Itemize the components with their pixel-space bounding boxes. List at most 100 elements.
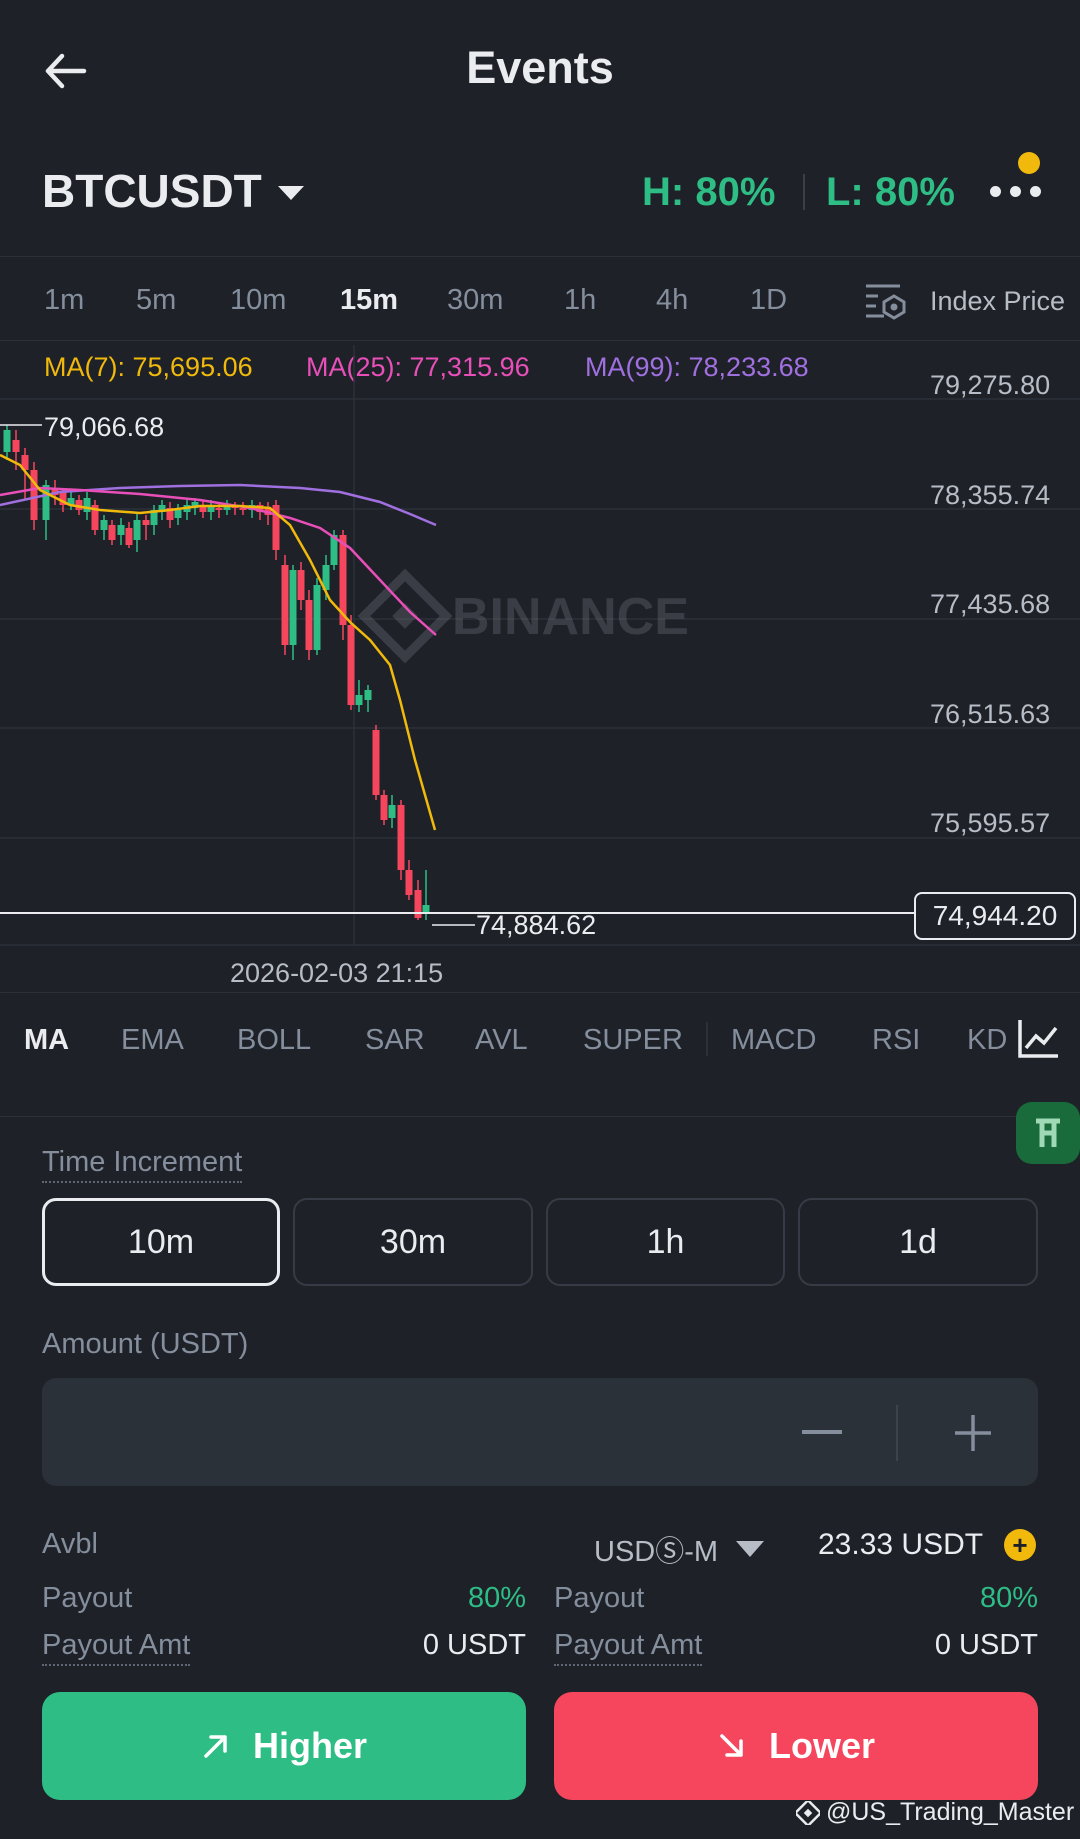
divider bbox=[0, 992, 1080, 993]
high-marker: 79,066.68 bbox=[44, 412, 165, 442]
indicator-sar[interactable]: SAR bbox=[365, 1024, 425, 1057]
plus-icon[interactable] bbox=[953, 1413, 993, 1453]
indicator-rsi[interactable]: RSI bbox=[872, 1024, 920, 1057]
floating-widget-icon[interactable] bbox=[1016, 1102, 1080, 1164]
amount-label: Amount (USDT) bbox=[42, 1328, 249, 1360]
indicator-ema[interactable]: EMA bbox=[121, 1024, 184, 1057]
lower-label: Lower bbox=[768, 1725, 875, 1766]
last-price-tag: 74,944.20 bbox=[914, 892, 1076, 940]
margin-mode-label: USDⓈ-M bbox=[594, 1536, 719, 1568]
divider bbox=[0, 1116, 1080, 1117]
indicator-kd[interactable]: KD bbox=[967, 1024, 1007, 1057]
increment-30m[interactable]: 30m bbox=[293, 1198, 533, 1286]
candle-body bbox=[380, 795, 388, 820]
arrow-down-right-icon bbox=[720, 1734, 743, 1757]
candle-body bbox=[297, 570, 305, 600]
add-funds-icon[interactable]: + bbox=[1004, 1529, 1036, 1561]
candle-body bbox=[42, 485, 50, 520]
notification-dot bbox=[1018, 152, 1040, 174]
page-title: Events bbox=[466, 42, 614, 93]
payout-value: 80% bbox=[467, 1582, 526, 1614]
candle-body bbox=[83, 498, 91, 512]
lower-button[interactable]: Lower bbox=[554, 1692, 1038, 1800]
candle-body bbox=[142, 520, 150, 525]
payout-amt-label: Payout Amt bbox=[42, 1629, 191, 1666]
higher-label: Higher bbox=[252, 1725, 367, 1766]
interval-1d[interactable]: 1D bbox=[750, 284, 787, 317]
y-tick: 77,435.68 bbox=[930, 589, 1051, 619]
y-tick: 78,355.74 bbox=[930, 480, 1051, 510]
candle-body bbox=[281, 565, 289, 645]
available-balance: 23.33 USDT bbox=[818, 1528, 984, 1561]
candle-body bbox=[117, 525, 125, 535]
low-marker: 74,884.62 bbox=[476, 910, 597, 940]
interval-1h[interactable]: 1h bbox=[564, 284, 596, 317]
candle-body bbox=[372, 730, 380, 795]
interval-10m[interactable]: 10m bbox=[230, 284, 286, 317]
indicator-ma[interactable]: MA bbox=[24, 1024, 69, 1057]
candle-body bbox=[289, 570, 297, 645]
watermark-text: BINANCE bbox=[452, 588, 689, 646]
higher-button[interactable]: Higher bbox=[42, 1692, 526, 1800]
candle-body bbox=[313, 585, 321, 650]
candle-body bbox=[133, 520, 141, 540]
candle-body bbox=[108, 525, 116, 540]
candle-body bbox=[215, 508, 223, 510]
margin-mode-selector[interactable]: USDⓈ-M bbox=[594, 1528, 765, 1570]
crosshair-time: 2026-02-03 21:15 bbox=[230, 958, 444, 988]
payout-label: Payout bbox=[554, 1582, 645, 1614]
interval-15m[interactable]: 15m bbox=[340, 284, 398, 317]
candle-body bbox=[3, 430, 11, 452]
divider bbox=[803, 174, 805, 210]
increment-1d[interactable]: 1d bbox=[798, 1198, 1038, 1286]
more-icon[interactable] bbox=[990, 186, 1041, 197]
caret-down-icon bbox=[736, 1541, 765, 1557]
payout-amt-value: 0 USDT bbox=[422, 1629, 526, 1661]
candle-body bbox=[305, 600, 313, 650]
index-price-label[interactable]: Index Price bbox=[930, 286, 1065, 317]
amount-input[interactable] bbox=[42, 1378, 1038, 1486]
ma7-line bbox=[0, 453, 437, 831]
interval-5m[interactable]: 5m bbox=[136, 284, 176, 317]
payout-label: Payout bbox=[42, 1582, 133, 1614]
increment-1h[interactable]: 1h bbox=[546, 1198, 785, 1286]
binance-logo-icon bbox=[796, 1800, 820, 1825]
minus-icon[interactable] bbox=[802, 1430, 842, 1434]
candle-body bbox=[364, 690, 372, 700]
divider bbox=[706, 1022, 708, 1056]
candle-body bbox=[174, 510, 182, 518]
interval-1m[interactable]: 1m bbox=[44, 284, 84, 317]
indicator-boll[interactable]: BOLL bbox=[237, 1024, 311, 1057]
indicator-avl[interactable]: AVL bbox=[475, 1024, 528, 1057]
candle-body bbox=[100, 520, 108, 530]
divider bbox=[896, 1405, 898, 1461]
chart-settings-icon[interactable] bbox=[1016, 1016, 1062, 1060]
y-tick: 75,595.57 bbox=[930, 808, 1051, 838]
candle-body bbox=[388, 805, 396, 818]
candle-body bbox=[355, 695, 363, 705]
payout-amt-value: 0 USDT bbox=[934, 1629, 1038, 1661]
caret-down-icon bbox=[277, 186, 304, 200]
interval-4h[interactable]: 4h bbox=[656, 284, 688, 317]
candle-body bbox=[405, 870, 413, 895]
candle-body bbox=[422, 905, 430, 912]
y-tick: 76,515.63 bbox=[930, 699, 1051, 729]
candle-body bbox=[347, 625, 355, 705]
symbol-name: BTCUSDT bbox=[42, 165, 262, 217]
symbol-selector[interactable]: BTCUSDT bbox=[42, 164, 304, 218]
y-tick: 79,275.80 bbox=[930, 370, 1051, 400]
indicator-macd[interactable]: MACD bbox=[731, 1024, 816, 1057]
watermark-text: @US_Trading_Master bbox=[826, 1798, 1075, 1826]
high-payout: H: 80% bbox=[642, 170, 776, 214]
increment-10m[interactable]: 10m bbox=[42, 1198, 280, 1286]
index-price-icon[interactable] bbox=[864, 282, 908, 322]
avbl-label: Avbl bbox=[42, 1528, 98, 1560]
arrow-up-right-icon bbox=[204, 1735, 227, 1758]
payout-value: 80% bbox=[979, 1582, 1038, 1614]
indicator-super[interactable]: SUPER bbox=[583, 1024, 683, 1057]
interval-30m[interactable]: 30m bbox=[447, 284, 503, 317]
candle-body bbox=[12, 440, 20, 452]
candle-body bbox=[397, 805, 405, 870]
payout-amt-label: Payout Amt bbox=[554, 1629, 703, 1666]
divider bbox=[0, 256, 1080, 257]
